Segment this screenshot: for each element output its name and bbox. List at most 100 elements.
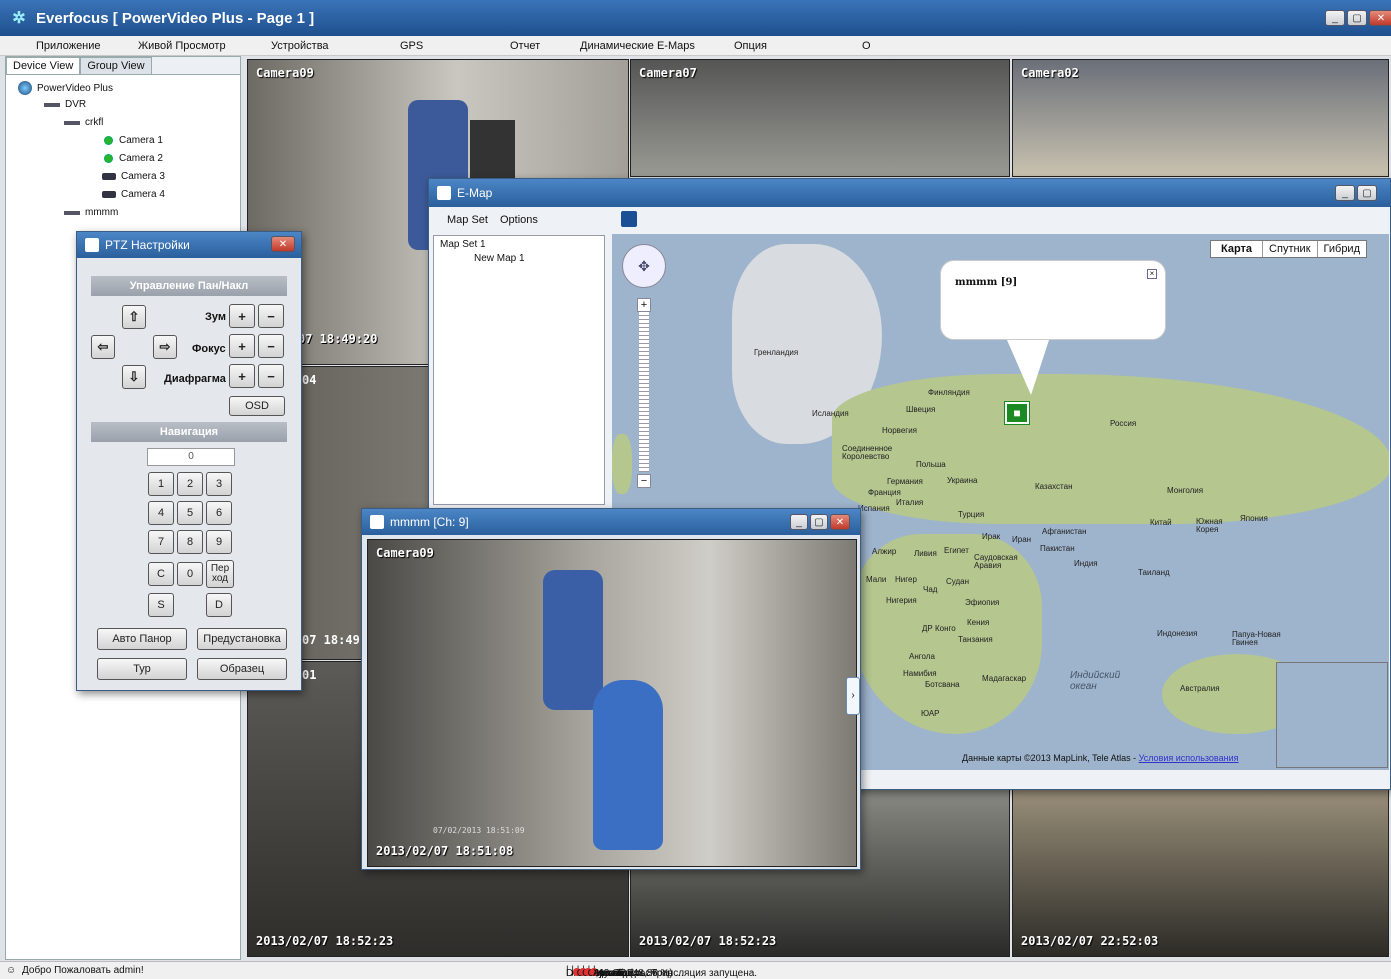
map-type-switch: Карта Спутник Гибрид xyxy=(1210,240,1367,258)
main-window-controls: _ ▢ ✕ xyxy=(1325,10,1391,26)
menu-live-view[interactable]: Живой Просмотр xyxy=(138,40,226,52)
key-s-button[interactable]: S xyxy=(148,593,174,617)
dvr-icon xyxy=(64,120,80,125)
minimize-button[interactable]: _ xyxy=(1325,10,1345,26)
zoom-out-button[interactable]: − xyxy=(258,304,284,328)
zoom-out-button[interactable]: − xyxy=(637,474,651,488)
osd-button[interactable]: OSD xyxy=(229,396,285,416)
menu-report[interactable]: Отчет xyxy=(510,40,540,52)
channel-window-controls: _ ▢ ✕ xyxy=(790,514,850,530)
key-9-button[interactable]: 9 xyxy=(206,530,232,554)
key-8-button[interactable]: 8 xyxy=(177,530,203,554)
tab-device-view[interactable]: Device View xyxy=(6,57,81,74)
emap-title: E-Map xyxy=(457,186,493,200)
tree-mmmm[interactable]: mmmm xyxy=(64,207,118,218)
zoom-in-button[interactable]: + xyxy=(637,298,651,312)
close-button[interactable]: ✕ xyxy=(1369,10,1391,26)
camera-online-icon xyxy=(104,154,113,163)
title-bar: ✲ Everfocus [ PowerVideo Plus - Page 1 ] xyxy=(0,0,1391,36)
tree-camera-4[interactable]: Camera 4 xyxy=(102,189,165,200)
video-camera07[interactable]: Camera07 xyxy=(630,59,1010,177)
maximize-button[interactable]: ▢ xyxy=(1347,10,1367,26)
tour-button[interactable]: Тур xyxy=(97,658,187,680)
auto-pan-button[interactable]: Авто Панор xyxy=(97,628,187,650)
key-7-button[interactable]: 7 xyxy=(148,530,174,554)
terms-link[interactable]: Условия использования xyxy=(1139,753,1239,763)
key-5-button[interactable]: 5 xyxy=(177,501,203,525)
activity-status: Активность: Трансляция запущена. xyxy=(592,968,758,979)
preset-number-input[interactable]: 0 xyxy=(147,448,235,466)
video-label: Camera09 xyxy=(256,66,314,80)
tab-group-view[interactable]: Group View xyxy=(80,57,152,74)
ptz-title: PTZ Настройки xyxy=(105,238,190,252)
ptz-close-button[interactable]: ✕ xyxy=(271,236,295,252)
video-time: 2013/02/07 18:52:23 xyxy=(639,934,777,948)
focus-out-button[interactable]: − xyxy=(258,334,284,358)
tree-root[interactable]: PowerVideo Plus xyxy=(18,81,113,95)
emap-minimize-button[interactable]: _ xyxy=(1335,185,1355,201)
key-2-button[interactable]: 2 xyxy=(177,472,203,496)
key-3-button[interactable]: 3 xyxy=(206,472,232,496)
map-popup-title: mmmm [9] xyxy=(955,277,1018,288)
key-6-button[interactable]: 6 xyxy=(206,501,232,525)
tree-camera-2[interactable]: Camera 2 xyxy=(104,153,163,164)
save-icon[interactable] xyxy=(621,211,637,227)
popup-pointer xyxy=(1007,340,1049,395)
key-4-button[interactable]: 4 xyxy=(148,501,174,525)
tree-camera-1[interactable]: Camera 1 xyxy=(104,135,163,146)
channel-close-button[interactable]: ✕ xyxy=(830,514,850,530)
channel-video[interactable]: Camera09 07/02/2013 18:51:09 2013/02/07 … xyxy=(367,539,857,867)
menu-about[interactable]: О xyxy=(862,40,871,52)
key-d-button[interactable]: D xyxy=(206,593,232,617)
tree-dvr[interactable]: DVR xyxy=(44,99,86,110)
video-camera02[interactable]: Camera02 xyxy=(1012,59,1389,177)
pattern-button[interactable]: Образец xyxy=(197,658,287,680)
map-type-map[interactable]: Карта xyxy=(1211,241,1264,257)
tree-crkfl[interactable]: crkfl xyxy=(64,117,103,128)
zoom-in-button[interactable]: + xyxy=(229,304,255,328)
tree-new-map[interactable]: New Map 1 xyxy=(474,253,525,264)
channel-maximize-button[interactable]: ▢ xyxy=(810,514,828,530)
video-label: Camera07 xyxy=(639,66,697,80)
camera-marker-icon[interactable]: ■ xyxy=(1004,401,1030,425)
key-1-button[interactable]: 1 xyxy=(148,472,174,496)
map-pan-control-icon[interactable]: ✥ xyxy=(622,244,666,288)
tree-camera-3[interactable]: Camera 3 xyxy=(102,171,165,182)
map-type-satellite[interactable]: Спутник xyxy=(1263,241,1318,257)
menu-devices[interactable]: Устройства xyxy=(271,40,329,52)
camera-online-icon xyxy=(104,136,113,145)
camera-icon xyxy=(102,173,116,180)
key-0-button[interactable]: 0 xyxy=(177,562,203,586)
preset-button[interactable]: Предустановка xyxy=(197,628,287,650)
key-c-button[interactable]: C xyxy=(148,562,174,586)
tree-map-set[interactable]: Map Set 1 xyxy=(440,239,486,250)
pan-right-button[interactable]: ⇨ xyxy=(153,335,177,359)
video-time: 07 18:49:20 xyxy=(298,332,378,346)
focus-in-button[interactable]: + xyxy=(229,334,255,358)
video-time: 2013/02/07 18:52:23 xyxy=(256,934,394,948)
expand-panel-button[interactable]: › xyxy=(846,677,860,715)
pan-left-button[interactable]: ⇦ xyxy=(91,335,115,359)
menu-options[interactable]: Опция xyxy=(734,40,767,52)
goto-button[interactable]: Пер ход xyxy=(206,560,234,588)
iris-close-button[interactable]: − xyxy=(258,364,284,388)
map-type-hybrid[interactable]: Гибрид xyxy=(1318,241,1366,257)
menu-emaps[interactable]: Динамические E-Maps xyxy=(580,40,695,52)
channel-minimize-button[interactable]: _ xyxy=(790,514,808,530)
overview-map[interactable] xyxy=(1276,662,1388,768)
zoom-slider[interactable] xyxy=(639,312,649,472)
iris-open-button[interactable]: + xyxy=(229,364,255,388)
video-osd-time: 07/02/2013 18:51:09 xyxy=(433,826,525,835)
emap-menu-options[interactable]: Options xyxy=(500,214,538,226)
menu-app[interactable]: Приложение xyxy=(36,40,101,52)
popup-close-icon[interactable]: × xyxy=(1147,269,1157,279)
tilt-down-button[interactable]: ⇩ xyxy=(122,365,146,389)
video-bottom-3[interactable]: 2013/02/07 22:52:03 xyxy=(1012,788,1389,957)
app-window: ✲ Everfocus [ PowerVideo Plus - Page 1 ]… xyxy=(0,0,1391,979)
tilt-up-button[interactable]: ⇧ xyxy=(122,305,146,329)
emap-menu-mapset[interactable]: Map Set xyxy=(447,214,488,226)
video-time: 2013/02/07 22:52:03 xyxy=(1021,934,1159,948)
emap-maximize-button[interactable]: ▢ xyxy=(1357,185,1377,201)
video-label: Camera02 xyxy=(1021,66,1079,80)
menu-gps[interactable]: GPS xyxy=(400,40,423,52)
